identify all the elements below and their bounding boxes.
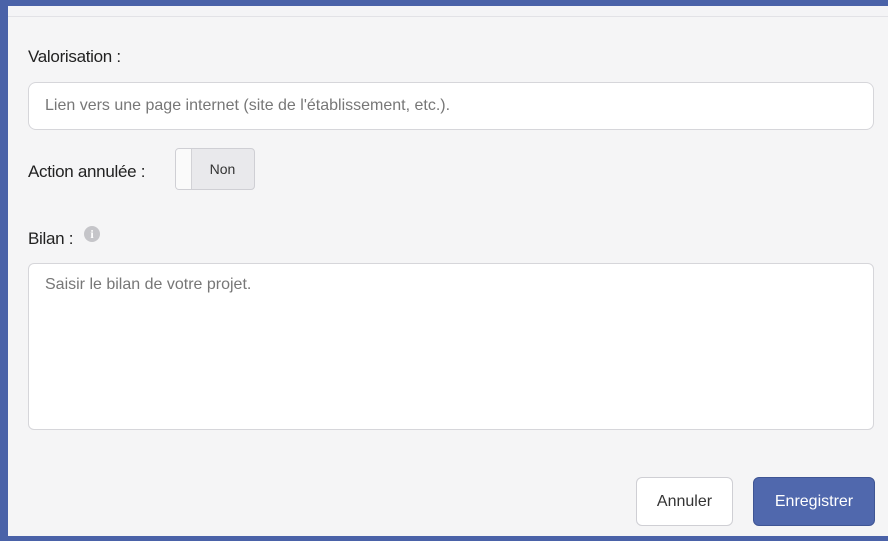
toggle-knob (176, 149, 192, 189)
form-panel: Valorisation : Action annulée : Non Bila… (8, 17, 888, 536)
save-button[interactable]: Enregistrer (753, 477, 875, 526)
info-icon[interactable]: i (84, 226, 100, 242)
bilan-textarea[interactable] (28, 263, 874, 430)
modal-top-divider (8, 6, 888, 17)
cancel-button[interactable]: Annuler (636, 477, 733, 526)
toggle-state-text: Non (209, 161, 236, 177)
action-annulee-label: Action annulée : (28, 162, 146, 181)
bilan-label: Bilan : (28, 229, 74, 248)
valorisation-label: Valorisation : (28, 47, 121, 66)
valorisation-input[interactable] (28, 82, 874, 130)
action-annulee-toggle[interactable]: Non (175, 148, 255, 190)
